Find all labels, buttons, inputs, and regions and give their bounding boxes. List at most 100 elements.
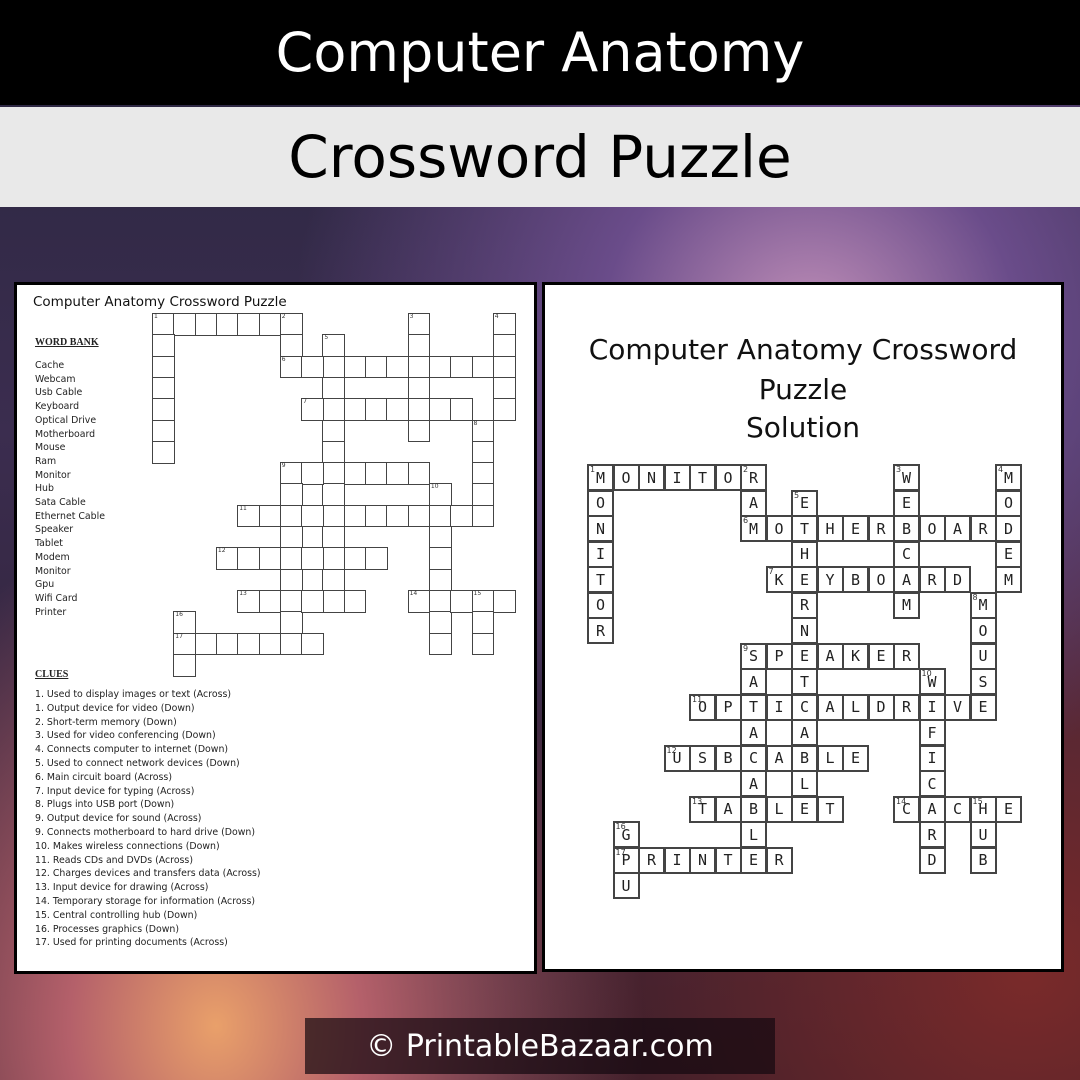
grid-cell[interactable] — [471, 355, 495, 379]
grid-cell[interactable] — [301, 632, 324, 656]
grid-cell[interactable] — [428, 526, 452, 549]
grid-cell[interactable] — [492, 355, 516, 379]
grid-cell[interactable] — [322, 462, 346, 485]
grid-cell[interactable]: 11 — [237, 504, 260, 528]
grid-cell[interactable] — [279, 526, 303, 549]
grid-cell[interactable] — [471, 611, 495, 634]
grid-cell[interactable] — [428, 355, 452, 379]
grid-cell[interactable] — [428, 568, 452, 592]
grid-cell[interactable] — [258, 632, 282, 656]
grid-cell[interactable]: 10 — [428, 483, 452, 507]
grid-cell[interactable]: 9 — [279, 462, 303, 485]
grid-cell[interactable] — [365, 398, 388, 421]
grid-cell[interactable] — [322, 547, 346, 571]
grid-cell[interactable] — [428, 398, 452, 421]
grid-cell[interactable]: 4 — [492, 313, 516, 336]
grid-cell[interactable] — [343, 504, 367, 528]
grid-cell[interactable]: 17 — [173, 632, 197, 656]
grid-cell[interactable] — [365, 504, 388, 528]
grid-cell[interactable] — [322, 504, 346, 528]
grid-cell[interactable] — [322, 483, 346, 507]
grid-cell[interactable] — [152, 419, 175, 443]
grid-cell[interactable]: 2 — [279, 313, 303, 336]
grid-cell[interactable] — [152, 440, 175, 464]
grid-cell[interactable] — [279, 483, 303, 507]
grid-cell[interactable] — [428, 504, 452, 528]
grid-cell[interactable] — [215, 632, 239, 656]
grid-cell[interactable] — [492, 334, 516, 358]
grid-cell[interactable]: 7 — [301, 398, 324, 421]
grid-cell[interactable] — [301, 355, 324, 379]
grid-cell[interactable] — [471, 483, 495, 507]
grid-cell[interactable] — [301, 504, 324, 528]
grid-cell[interactable] — [322, 526, 346, 549]
grid-cell[interactable]: 12 — [215, 547, 239, 571]
grid-cell[interactable] — [428, 632, 452, 656]
grid-cell[interactable] — [471, 440, 495, 464]
grid-cell[interactable] — [407, 462, 431, 485]
grid-cell[interactable] — [194, 313, 218, 336]
grid-cell[interactable] — [301, 462, 324, 485]
grid-cell[interactable] — [258, 504, 282, 528]
grid-cell[interactable] — [428, 611, 452, 634]
grid-cell[interactable] — [407, 334, 431, 358]
grid-cell[interactable] — [492, 376, 516, 400]
grid-cell[interactable] — [365, 355, 388, 379]
grid-cell[interactable] — [322, 589, 346, 613]
grid-cell[interactable] — [343, 398, 367, 421]
grid-cell[interactable] — [386, 355, 410, 379]
grid-cell[interactable] — [258, 589, 282, 613]
grid-cell[interactable] — [428, 589, 452, 613]
grid-cell[interactable]: 8 — [471, 419, 495, 443]
grid-cell[interactable] — [152, 376, 175, 400]
grid-cell[interactable] — [279, 504, 303, 528]
grid-cell[interactable] — [173, 653, 197, 677]
grid-cell[interactable] — [450, 355, 473, 379]
grid-cell[interactable] — [471, 504, 495, 528]
grid-cell[interactable] — [279, 632, 303, 656]
grid-cell[interactable] — [407, 398, 431, 421]
grid-cell[interactable] — [471, 462, 495, 485]
grid-cell[interactable]: 13 — [237, 589, 260, 613]
grid-cell[interactable] — [173, 313, 197, 336]
grid-cell[interactable]: 15 — [471, 589, 495, 613]
grid-cell[interactable] — [279, 547, 303, 571]
grid-cell[interactable]: 14 — [407, 589, 431, 613]
grid-cell[interactable] — [343, 355, 367, 379]
grid-cell[interactable] — [152, 334, 175, 358]
grid-cell[interactable] — [407, 355, 431, 379]
grid-cell[interactable] — [322, 398, 346, 421]
grid-cell[interactable] — [450, 398, 473, 421]
grid-cell[interactable] — [301, 589, 324, 613]
grid-cell[interactable] — [386, 398, 410, 421]
grid-cell[interactable] — [258, 547, 282, 571]
grid-cell[interactable] — [322, 355, 346, 379]
grid-cell[interactable] — [194, 632, 218, 656]
grid-cell[interactable] — [492, 398, 516, 421]
grid-cell[interactable] — [279, 611, 303, 634]
grid-cell[interactable] — [152, 398, 175, 421]
grid-cell[interactable] — [450, 589, 473, 613]
grid-cell[interactable] — [492, 589, 516, 613]
grid-cell[interactable] — [237, 632, 260, 656]
grid-cell[interactable] — [343, 462, 367, 485]
grid-cell[interactable] — [343, 589, 367, 613]
grid-cell[interactable]: 3 — [407, 313, 431, 336]
grid-cell[interactable] — [407, 376, 431, 400]
grid-cell[interactable] — [152, 355, 175, 379]
grid-cell[interactable] — [428, 547, 452, 571]
grid-cell[interactable]: 5 — [322, 334, 346, 358]
grid-cell[interactable] — [322, 568, 346, 592]
grid-cell[interactable] — [343, 547, 367, 571]
grid-cell[interactable]: 16 — [173, 611, 197, 634]
grid-cell[interactable] — [407, 504, 431, 528]
grid-cell[interactable] — [322, 419, 346, 443]
grid-cell[interactable] — [386, 462, 410, 485]
grid-cell[interactable] — [237, 547, 260, 571]
grid-cell[interactable] — [407, 419, 431, 443]
grid-cell[interactable] — [301, 547, 324, 571]
grid-cell[interactable] — [237, 313, 260, 336]
grid-cell[interactable]: 1 — [152, 313, 175, 336]
grid-cell[interactable] — [365, 547, 388, 571]
grid-cell[interactable] — [365, 462, 388, 485]
